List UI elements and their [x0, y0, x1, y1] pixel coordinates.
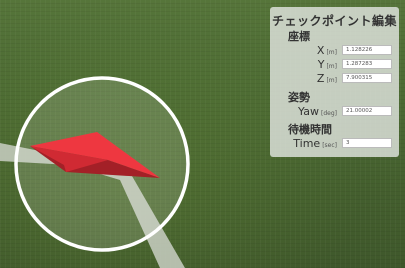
time-label: Time [sec] [293, 137, 337, 150]
position-section-label: 座標 [288, 30, 310, 43]
wait-time-section-label: 待機時間 [288, 123, 332, 136]
yaw-field[interactable] [342, 106, 392, 116]
x-label: X [m] [316, 44, 337, 57]
y-label: Y [m] [317, 58, 337, 71]
checkpoint-edit-panel: チェックポイント編集 座標 X[m] Y[m] Z[m] 姿勢 Yaw[deg]… [270, 7, 399, 157]
time-field[interactable] [342, 138, 392, 148]
y-row: Y [m] [270, 58, 399, 71]
z-field[interactable] [342, 73, 392, 83]
attitude-section-label: 姿勢 [288, 91, 310, 104]
time-row: Time [sec] [270, 137, 399, 150]
y-field[interactable] [342, 59, 392, 69]
z-row: Z [m] [270, 72, 399, 85]
z-label: Z [m] [316, 72, 337, 85]
yaw-row: Yaw [deg] [270, 105, 399, 118]
x-row: X [m] [270, 44, 399, 57]
yaw-label: Yaw [deg] [298, 105, 337, 118]
x-field[interactable] [342, 45, 392, 55]
panel-title: チェックポイント編集 [271, 14, 397, 28]
